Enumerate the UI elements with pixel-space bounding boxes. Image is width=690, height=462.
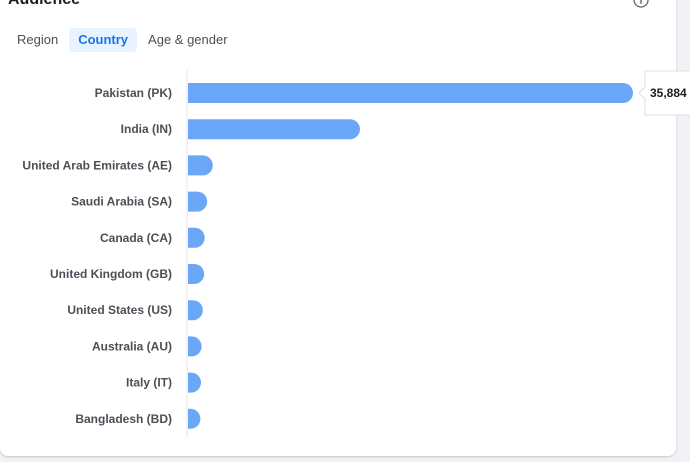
bar[interactable] [188,300,203,321]
category-label: Bangladesh (BD) [75,412,172,426]
bar[interactable] [188,191,208,212]
tooltip-value: 35,884 [650,86,687,100]
bar[interactable] [188,264,205,284]
category-label: United Arab Emirates (AE) [22,158,172,172]
category-label: Pakistan (PK) [95,86,172,100]
category-label: Australia (AU) [92,339,172,353]
category-label: United Kingdom (GB) [50,267,172,281]
info-icon[interactable] [633,0,649,8]
bar[interactable] [188,227,205,248]
category-label: India (IN) [121,122,172,136]
bar[interactable] [188,408,201,429]
category-label: United States (US) [67,303,172,317]
category-label: Saudi Arabia (SA) [71,195,172,209]
bar[interactable] [188,372,202,393]
country-bar-chart: Pakistan (PK) India (IN) United Arab Emira… [22,70,690,438]
value-tooltip: 35,884 [638,70,690,116]
bar[interactable] [188,83,633,103]
bar[interactable] [188,155,213,176]
bar[interactable] [188,119,361,140]
card-title: Audience [8,0,80,8]
category-label: Canada (CA) [100,231,172,245]
category-label: Italy (IT) [126,376,172,390]
bar[interactable] [188,336,202,357]
